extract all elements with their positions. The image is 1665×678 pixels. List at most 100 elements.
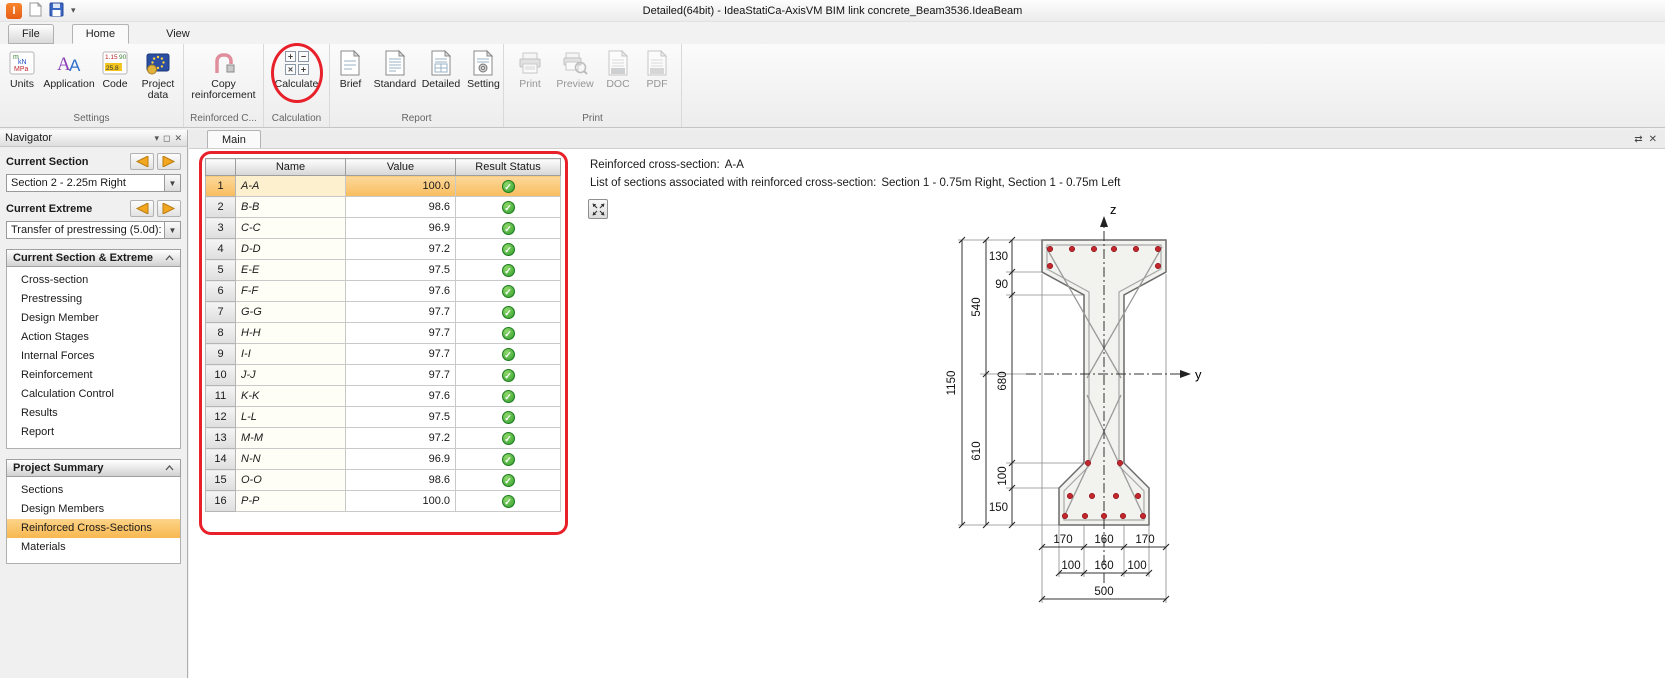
row-name[interactable]: I-I bbox=[236, 344, 346, 365]
svg-text:130: 130 bbox=[989, 251, 1008, 263]
report-setting-button[interactable]: Setting bbox=[464, 47, 503, 92]
row-name[interactable]: J-J bbox=[236, 365, 346, 386]
sidebar-item-sections[interactable]: Sections bbox=[7, 481, 180, 500]
row-name[interactable]: G-G bbox=[236, 302, 346, 323]
table-row[interactable]: 16 P-P 100.0 bbox=[206, 491, 561, 512]
sidebar-item-results[interactable]: Results bbox=[7, 404, 180, 423]
tab-close-icon[interactable]: ✕ bbox=[1649, 134, 1657, 145]
sidebar-item-reinforcement[interactable]: Reinforcement bbox=[7, 366, 180, 385]
tab-main-document[interactable]: Main bbox=[207, 130, 261, 148]
sidebar-item-calculation-control[interactable]: Calculation Control bbox=[7, 385, 180, 404]
row-status bbox=[456, 323, 561, 344]
row-name[interactable]: L-L bbox=[236, 407, 346, 428]
row-name[interactable]: M-M bbox=[236, 428, 346, 449]
row-name[interactable]: N-N bbox=[236, 449, 346, 470]
status-ok-icon bbox=[502, 243, 515, 256]
next-section-button[interactable] bbox=[157, 153, 181, 170]
customize-toolbar-caret-icon[interactable]: ▾ bbox=[71, 5, 76, 16]
row-value: 97.2 bbox=[346, 239, 456, 260]
table-row[interactable]: 9 I-I 97.7 bbox=[206, 344, 561, 365]
row-index: 9 bbox=[206, 344, 236, 365]
sidebar-item-materials[interactable]: Materials bbox=[7, 538, 180, 557]
section-extreme-list: Cross-sectionPrestressingDesign MemberAc… bbox=[6, 267, 181, 449]
table-row[interactable]: 14 N-N 96.9 bbox=[206, 449, 561, 470]
sidebar-item-action-stages[interactable]: Action Stages bbox=[7, 328, 180, 347]
sidebar-item-cross-section[interactable]: Cross-section bbox=[7, 271, 180, 290]
row-status bbox=[456, 260, 561, 281]
row-name[interactable]: C-C bbox=[236, 218, 346, 239]
table-row[interactable]: 2 B-B 98.6 bbox=[206, 197, 561, 218]
table-row[interactable]: 4 D-D 97.2 bbox=[206, 239, 561, 260]
row-name[interactable]: A-A bbox=[236, 176, 346, 197]
row-name[interactable]: F-F bbox=[236, 281, 346, 302]
column-header-status[interactable]: Result Status bbox=[456, 159, 561, 176]
tab-home[interactable]: Home bbox=[72, 24, 129, 44]
dropdown-arrow-icon: ▼ bbox=[164, 222, 180, 238]
row-value: 97.7 bbox=[346, 302, 456, 323]
status-ok-icon bbox=[502, 474, 515, 487]
row-name[interactable]: B-B bbox=[236, 197, 346, 218]
row-index: 16 bbox=[206, 491, 236, 512]
units-button[interactable]: mkNMPa Units bbox=[2, 47, 42, 92]
brief-report-button[interactable]: Brief bbox=[330, 47, 371, 92]
sidebar-item-reinforced-cross-sections[interactable]: Reinforced Cross-Sections bbox=[7, 519, 180, 538]
ribbon-tab-bar: File Home View bbox=[0, 22, 1665, 44]
save-icon[interactable] bbox=[49, 2, 64, 20]
panel-pin-icon[interactable]: ◻ bbox=[163, 133, 170, 144]
table-row[interactable]: 11 K-K 97.6 bbox=[206, 386, 561, 407]
table-row[interactable]: 15 O-O 98.6 bbox=[206, 470, 561, 491]
code-button[interactable]: 1.159025.8 Code bbox=[96, 47, 134, 92]
tab-file[interactable]: File bbox=[8, 24, 54, 44]
new-file-icon[interactable] bbox=[29, 2, 42, 20]
table-row[interactable]: 5 E-E 97.5 bbox=[206, 260, 561, 281]
group-header-section-extreme[interactable]: Current Section & Extreme bbox=[6, 249, 181, 267]
sidebar-item-internal-forces[interactable]: Internal Forces bbox=[7, 347, 180, 366]
row-name[interactable]: D-D bbox=[236, 239, 346, 260]
tab-list-icon[interactable]: ⇄ bbox=[1634, 134, 1642, 145]
status-ok-icon bbox=[502, 432, 515, 445]
row-name[interactable]: E-E bbox=[236, 260, 346, 281]
detailed-report-button[interactable]: Detailed bbox=[419, 47, 463, 92]
current-section-row: Current Section bbox=[0, 147, 187, 173]
previous-section-button[interactable] bbox=[130, 153, 154, 170]
panel-close-icon[interactable]: ✕ bbox=[174, 133, 182, 144]
svg-text:z: z bbox=[1110, 202, 1117, 217]
table-row[interactable]: 6 F-F 97.6 bbox=[206, 281, 561, 302]
table-row[interactable]: 8 H-H 97.7 bbox=[206, 323, 561, 344]
previous-extreme-button[interactable] bbox=[130, 200, 154, 217]
panel-menu-icon[interactable]: ▾ bbox=[154, 133, 159, 144]
column-header-value[interactable]: Value bbox=[346, 159, 456, 176]
project-data-button[interactable]: Project data bbox=[135, 47, 181, 103]
row-status bbox=[456, 281, 561, 302]
copy-reinforcement-button[interactable]: Copy reinforcement bbox=[191, 47, 257, 103]
column-header-name[interactable]: Name bbox=[236, 159, 346, 176]
standard-report-button[interactable]: Standard bbox=[372, 47, 418, 92]
table-row[interactable]: 7 G-G 97.7 bbox=[206, 302, 561, 323]
sidebar-item-design-member[interactable]: Design Member bbox=[7, 309, 180, 328]
row-value: 97.7 bbox=[346, 365, 456, 386]
sidebar-item-design-members[interactable]: Design Members bbox=[7, 500, 180, 519]
current-extreme-row: Current Extreme bbox=[0, 194, 187, 220]
tab-view[interactable]: View bbox=[153, 24, 203, 44]
next-extreme-button[interactable] bbox=[157, 200, 181, 217]
calculate-button[interactable]: +−×+ Calculate bbox=[273, 47, 321, 92]
associated-sections-info: List of sections associated with reinfor… bbox=[590, 177, 1120, 189]
row-name[interactable]: H-H bbox=[236, 323, 346, 344]
table-row[interactable]: 13 M-M 97.2 bbox=[206, 428, 561, 449]
table-row[interactable]: 1 A-A 100.0 bbox=[206, 176, 561, 197]
zoom-to-fit-button[interactable] bbox=[588, 199, 608, 219]
row-name[interactable]: O-O bbox=[236, 470, 346, 491]
group-header-project-summary[interactable]: Project Summary bbox=[6, 459, 181, 477]
row-name[interactable]: P-P bbox=[236, 491, 346, 512]
row-status bbox=[456, 218, 561, 239]
row-name[interactable]: K-K bbox=[236, 386, 346, 407]
row-value: 96.9 bbox=[346, 449, 456, 470]
sidebar-item-prestressing[interactable]: Prestressing bbox=[7, 290, 180, 309]
current-section-dropdown[interactable]: Section 2 - 2.25m Right ▼ bbox=[6, 174, 181, 192]
table-row[interactable]: 10 J-J 97.7 bbox=[206, 365, 561, 386]
application-button[interactable]: AA Application bbox=[43, 47, 95, 92]
table-row[interactable]: 12 L-L 97.5 bbox=[206, 407, 561, 428]
sidebar-item-report[interactable]: Report bbox=[7, 423, 180, 442]
table-row[interactable]: 3 C-C 96.9 bbox=[206, 218, 561, 239]
current-extreme-dropdown[interactable]: Transfer of prestressing (5.0d): ▼ bbox=[6, 221, 181, 239]
